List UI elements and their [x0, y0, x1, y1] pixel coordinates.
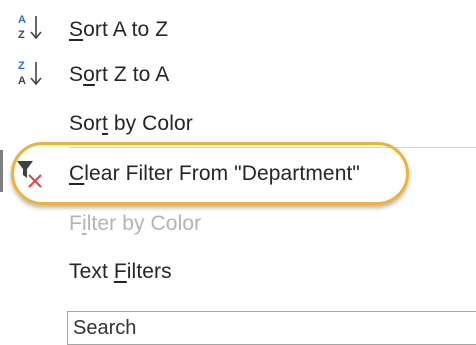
svg-text:A: A [18, 75, 26, 87]
sort-ascending-icon: A Z [14, 8, 54, 52]
sort-z-to-a-label: Sort Z to A [69, 63, 170, 86]
svg-text:Z: Z [18, 29, 25, 41]
clear-filter-label: Clear Filter From "Department" [69, 162, 360, 185]
sort-descending-icon: Z A [14, 53, 54, 97]
svg-text:A: A [18, 14, 26, 26]
filter-context-menu: A Z Sort A to Z Z A Sort Z to A Sort by … [0, 0, 476, 345]
sort-by-color-label: Sort by Color [69, 112, 193, 135]
sort-a-to-z-item[interactable]: A Z Sort A to Z [0, 8, 476, 52]
filter-by-color-label: Filter by Color [69, 212, 202, 235]
search-box[interactable] [67, 311, 476, 345]
clear-filter-icon [14, 152, 54, 196]
sort-a-to-z-label: Sort A to Z [69, 18, 169, 41]
menu-separator [69, 147, 476, 148]
search-input[interactable] [68, 312, 476, 344]
svg-text:Z: Z [18, 60, 25, 72]
clear-filter-item[interactable]: Clear Filter From "Department" [0, 152, 476, 196]
text-filters-item[interactable]: Text Filters [0, 250, 476, 294]
text-filters-label: Text Filters [69, 260, 172, 283]
sort-z-to-a-item[interactable]: Z A Sort Z to A [0, 53, 476, 97]
filter-by-color-item: Filter by Color [0, 202, 476, 246]
sort-by-color-item[interactable]: Sort by Color [0, 102, 476, 146]
